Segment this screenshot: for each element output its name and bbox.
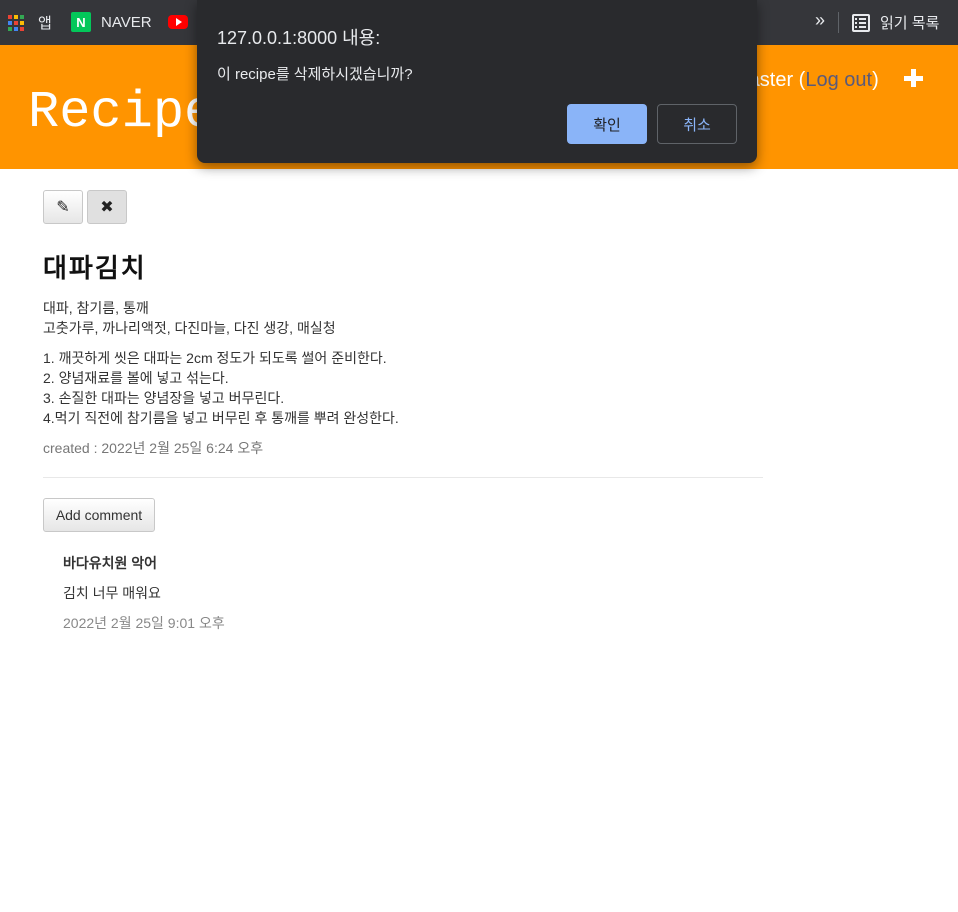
bookmarks-divider	[838, 12, 839, 33]
comment-text: 김치 너무 매워요	[63, 585, 161, 601]
naver-icon: N	[71, 12, 91, 32]
bookmark-apps-label: 앱	[38, 15, 52, 32]
logout-link[interactable]: Log out	[805, 69, 872, 91]
add-recipe-plus-icon[interactable]	[903, 67, 925, 89]
confirm-cancel-button[interactable]: 취소	[657, 104, 737, 144]
reading-list-icon	[852, 13, 870, 32]
bookmark-naver[interactable]: N NAVER	[71, 12, 152, 32]
edit-button[interactable]: ✎	[43, 190, 83, 224]
bookmark-apps[interactable]: 앱	[8, 12, 52, 33]
apps-grid-icon	[8, 14, 24, 31]
step-line: 4.먹기 직전에 참기름을 넣고 버무린 후 통깨를 뿌려 완성한다.	[43, 410, 399, 426]
site-title[interactable]: Recipe	[28, 83, 215, 142]
reading-list-label: 읽기 목록	[880, 15, 940, 32]
more-bookmarks-button[interactable]: »	[815, 10, 825, 31]
open-paren: (	[793, 69, 806, 91]
step-line: 3. 손질한 대파는 양념장을 넣고 버무린다.	[43, 390, 285, 406]
close-paren: )	[872, 69, 879, 91]
delete-button[interactable]: ✖	[87, 190, 127, 224]
ingredients-line: 고춧가루, 까나리액젓, 다진마늘, 다진 생강, 매실청	[43, 320, 336, 336]
bookmark-naver-label: NAVER	[101, 13, 152, 31]
confirm-dialog: 127.0.0.1:8000 내용: 이 recipe를 삭제하시겠습니까? 확…	[197, 0, 757, 163]
created-date: created : 2022년 2월 25일 6:24 오후	[43, 440, 264, 456]
add-comment-button[interactable]: Add comment	[43, 498, 155, 532]
recipe-title: 대파김치	[43, 253, 147, 283]
close-icon: ✖	[100, 199, 114, 216]
step-line: 1. 깨끗하게 씻은 대파는 2cm 정도가 되도록 썰어 준비한다.	[43, 350, 387, 366]
comment-author: 바다유치원 악어	[63, 555, 158, 571]
dialog-title: 127.0.0.1:8000 내용:	[217, 28, 381, 48]
bookmark-youtube[interactable]	[168, 15, 188, 29]
divider	[43, 477, 763, 478]
ingredients-line: 대파, 참기름, 통깨	[43, 300, 149, 316]
youtube-icon	[168, 15, 188, 29]
comment-date: 2022년 2월 25일 9:01 오후	[63, 615, 225, 631]
dialog-message: 이 recipe를 삭제하시겠습니까?	[217, 66, 413, 83]
reading-list-button[interactable]: 읽기 목록	[852, 12, 939, 33]
pencil-icon: ✎	[56, 199, 70, 216]
confirm-ok-button[interactable]: 확인	[567, 104, 647, 144]
step-line: 2. 양념재료를 볼에 넣고 섞는다.	[43, 370, 229, 386]
